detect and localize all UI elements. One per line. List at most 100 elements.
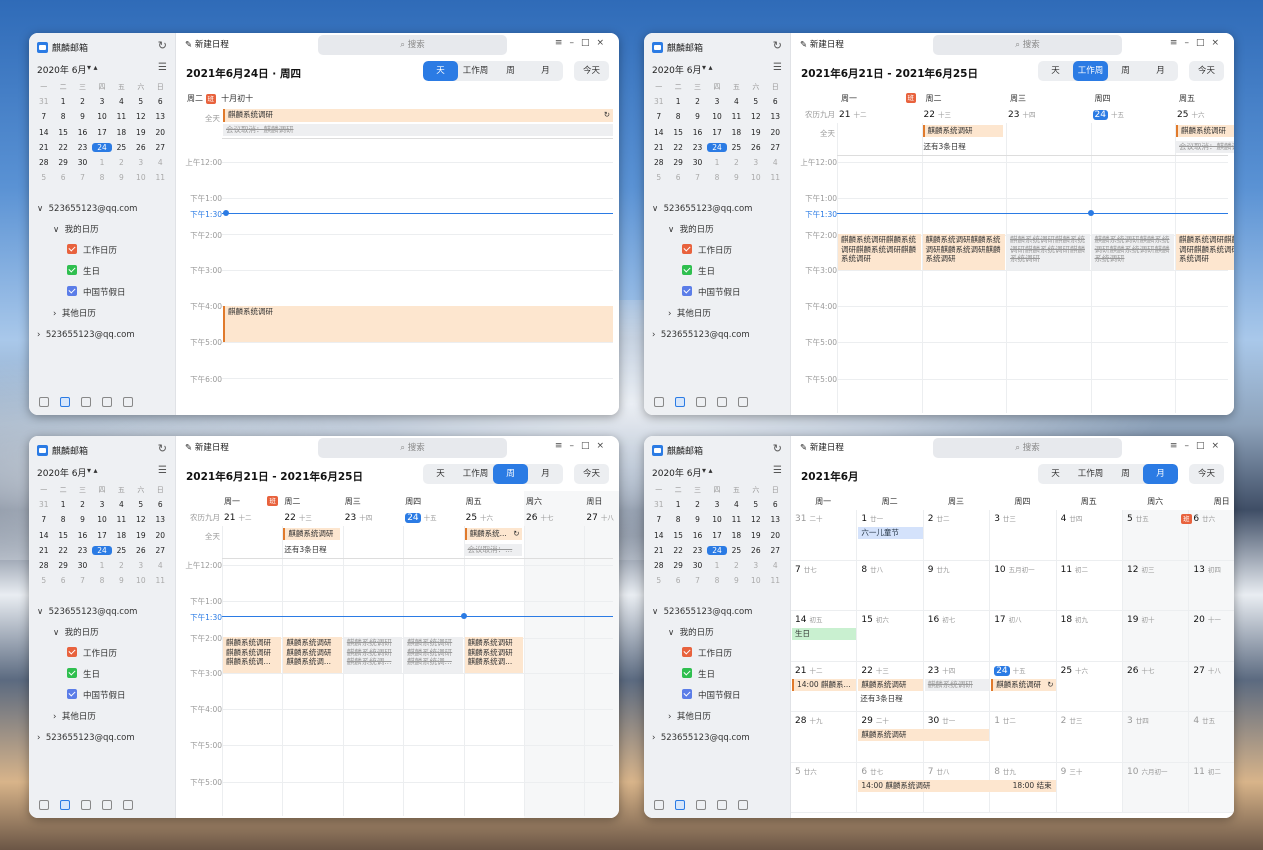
mini-day[interactable]: 8 xyxy=(707,173,726,182)
mini-day[interactable]: 26 xyxy=(746,143,765,152)
mini-day[interactable]: 23 xyxy=(688,143,707,152)
mini-day[interactable]: 18 xyxy=(727,128,746,137)
search-input[interactable]: ⌕ 搜索 xyxy=(933,438,1122,458)
my-calendars-group[interactable]: ∨ 我的日历 xyxy=(53,626,99,640)
mini-day[interactable]: 6 xyxy=(766,500,785,509)
menu-icon[interactable]: ☰ xyxy=(158,62,167,73)
view-workweek[interactable]: 工作周 xyxy=(458,464,493,484)
event[interactable]: 麒麟系统调研 xyxy=(858,678,923,691)
new-event-button[interactable]: ✎ 新建日程 xyxy=(185,441,229,453)
today-button[interactable]: 今天 xyxy=(574,61,609,81)
day-number[interactable]: 25 十六 xyxy=(1177,109,1204,120)
checkbox-icon[interactable] xyxy=(682,647,692,657)
event-cancelled[interactable]: 会议取消：麒麟调研 xyxy=(223,124,613,136)
account-expanded[interactable]: ∨ 523655123@qq.com xyxy=(652,202,752,216)
mini-calendar-month[interactable]: 2020年 6月 xyxy=(652,466,702,479)
mini-day[interactable]: 18 xyxy=(727,531,746,540)
day-number[interactable]: 22 十三 xyxy=(924,109,951,120)
mini-day[interactable]: 6 xyxy=(53,173,72,182)
mini-day[interactable]: 1 xyxy=(707,561,726,570)
mini-day[interactable]: 6 xyxy=(668,576,687,585)
mini-day[interactable]: 15 xyxy=(668,128,687,137)
event-all-day[interactable]: 麒麟系统... ↻ xyxy=(464,528,522,540)
mini-day[interactable]: 2 xyxy=(688,500,707,509)
day-number[interactable]: 23 十四 xyxy=(1008,109,1035,120)
menu-icon[interactable]: ☰ xyxy=(773,62,782,73)
event-all-day[interactable]: 麒麟系统调研 ↻ xyxy=(223,109,613,122)
mini-day[interactable]: 10 xyxy=(707,515,726,524)
mini-day[interactable]: 10 xyxy=(92,112,111,121)
month-day-cell[interactable]: 10 五月初一 xyxy=(990,560,1057,611)
mini-day[interactable]: 7 xyxy=(73,576,92,585)
checkbox-icon[interactable] xyxy=(682,286,692,296)
mini-day[interactable]: 10 xyxy=(707,112,726,121)
checkbox-icon[interactable] xyxy=(682,265,692,275)
mini-day[interactable]: 19 xyxy=(131,531,150,540)
other-calendars-group[interactable]: › 其他日历 xyxy=(668,307,711,321)
month-day-cell[interactable]: 27 十八 xyxy=(1189,661,1234,712)
month-day-cell[interactable]: 9 廿九 xyxy=(923,560,991,611)
month-day-cell[interactable]: 18 初九 xyxy=(1056,611,1123,662)
my-calendars-group[interactable]: ∨ 我的日历 xyxy=(53,223,99,237)
mini-day[interactable]: 29 xyxy=(668,158,687,167)
mini-day[interactable]: 26 xyxy=(746,546,765,555)
mini-day[interactable]: 9 xyxy=(688,112,707,121)
checkbox-icon[interactable] xyxy=(682,244,692,254)
mini-day[interactable]: 3 xyxy=(92,500,111,509)
mini-day[interactable]: 6 xyxy=(766,97,785,106)
mini-day[interactable]: 6 xyxy=(53,576,72,585)
mini-day[interactable]: 1 xyxy=(92,158,111,167)
today-button[interactable]: 今天 xyxy=(1189,464,1224,484)
mini-day[interactable]: 3 xyxy=(92,97,111,106)
mini-day[interactable]: 24 xyxy=(92,142,112,152)
month-day-cell[interactable]: 26 十七 xyxy=(1123,661,1190,712)
mini-day[interactable]: 23 xyxy=(73,546,92,555)
mini-day[interactable]: 31 xyxy=(649,97,668,106)
tasks-icon[interactable] xyxy=(102,397,112,407)
mini-day[interactable]: 17 xyxy=(92,128,111,137)
mini-day[interactable]: 5 xyxy=(131,500,150,509)
today-button[interactable]: 今天 xyxy=(574,464,609,484)
calendar-holiday-toggle[interactable]: 中国节假日 xyxy=(682,286,741,300)
view-day[interactable]: 天 xyxy=(1038,464,1073,484)
mini-day[interactable]: 19 xyxy=(746,531,765,540)
mini-day[interactable]: 11 xyxy=(112,112,131,121)
event-block[interactable]: 麒麟系统调研 麒麟系统调研 麒麟系统调... xyxy=(343,637,403,673)
mini-day[interactable]: 7 xyxy=(649,515,668,524)
mini-day[interactable]: 2 xyxy=(73,500,92,509)
contacts-icon[interactable] xyxy=(81,397,91,407)
contacts-icon[interactable] xyxy=(81,800,91,810)
month-day-cell[interactable]: 7 廿七 xyxy=(791,560,858,611)
more-events-link[interactable]: 还有3条日程 xyxy=(924,141,966,152)
month-day-cell[interactable]: 12 初三 xyxy=(1123,560,1190,611)
checkbox-icon[interactable] xyxy=(67,647,77,657)
mini-day[interactable]: 10 xyxy=(746,173,765,182)
mini-day[interactable]: 16 xyxy=(688,531,707,540)
view-month[interactable]: 月 xyxy=(528,464,563,484)
mini-day[interactable]: 13 xyxy=(766,515,785,524)
mini-day[interactable]: 30 xyxy=(73,561,92,570)
month-nav-arrows-icon[interactable]: ▾ ▴ xyxy=(702,466,713,475)
mini-day[interactable]: 9 xyxy=(112,173,131,182)
mini-day[interactable]: 21 xyxy=(649,546,668,555)
notes-icon[interactable] xyxy=(123,397,133,407)
checkbox-icon[interactable] xyxy=(67,265,77,275)
window-controls[interactable]: ≡–□× xyxy=(555,441,611,451)
sync-icon[interactable]: ↻ xyxy=(773,39,782,52)
checkbox-icon[interactable] xyxy=(67,244,77,254)
mini-day[interactable]: 28 xyxy=(34,561,53,570)
mini-day[interactable]: 28 xyxy=(649,158,668,167)
event[interactable]: 麒麟系统调研 ↻ xyxy=(991,678,1056,691)
mail-icon[interactable] xyxy=(39,800,49,810)
mini-day[interactable]: 31 xyxy=(34,97,53,106)
mini-day[interactable]: 8 xyxy=(53,515,72,524)
mini-day[interactable]: 5 xyxy=(649,576,668,585)
mini-calendar-month[interactable]: 2020年 6月 xyxy=(37,63,87,76)
mini-day[interactable]: 15 xyxy=(53,531,72,540)
day-number[interactable]: 21 十二 xyxy=(224,512,251,523)
mini-day[interactable]: 22 xyxy=(668,143,687,152)
calendar-birthday-toggle[interactable]: 生日 xyxy=(67,668,100,682)
sync-icon[interactable]: ↻ xyxy=(773,442,782,455)
month-day-cell[interactable]: 28 十九 xyxy=(791,712,858,763)
mini-day[interactable]: 10 xyxy=(131,173,150,182)
